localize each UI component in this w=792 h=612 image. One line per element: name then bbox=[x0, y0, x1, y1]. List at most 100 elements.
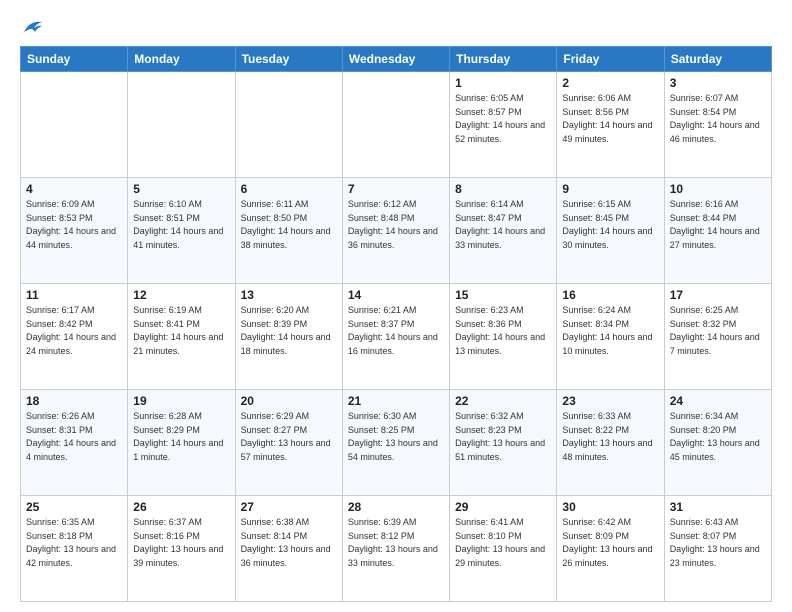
weekday-header-sunday: Sunday bbox=[21, 47, 128, 72]
day-number: 31 bbox=[670, 500, 766, 514]
calendar-cell bbox=[128, 72, 235, 178]
day-info: Sunrise: 6:35 AMSunset: 8:18 PMDaylight:… bbox=[26, 516, 122, 570]
calendar-cell: 5 Sunrise: 6:10 AMSunset: 8:51 PMDaylight… bbox=[128, 178, 235, 284]
day-info: Sunrise: 6:39 AMSunset: 8:12 PMDaylight:… bbox=[348, 516, 444, 570]
logo bbox=[20, 18, 44, 36]
calendar-cell: 21Sunrise: 6:30 AMSunset: 8:25 PMDayligh… bbox=[342, 390, 449, 496]
day-number: 10 bbox=[670, 182, 766, 196]
day-info: Sunrise: 6:14 AMSunset: 8:47 PMDaylight:… bbox=[455, 198, 551, 252]
day-number: 16 bbox=[562, 288, 658, 302]
day-number: 15 bbox=[455, 288, 551, 302]
weekday-header-thursday: Thursday bbox=[450, 47, 557, 72]
weekday-header-saturday: Saturday bbox=[664, 47, 771, 72]
calendar-cell: 22 Sunrise: 6:32 AMSunset: 8:23 PMDayligh… bbox=[450, 390, 557, 496]
day-number: 27 bbox=[241, 500, 337, 514]
day-info: Sunrise: 6:42 AMSunset: 8:09 PMDaylight:… bbox=[562, 516, 658, 570]
day-number: 2 bbox=[562, 76, 658, 90]
calendar-cell: 31 Sunrise: 6:43 AMSunset: 8:07 PMDayligh… bbox=[664, 496, 771, 602]
calendar-cell: 7Sunrise: 6:12 AMSunset: 8:48 PMDaylight… bbox=[342, 178, 449, 284]
calendar-cell: 3 Sunrise: 6:07 AMSunset: 8:54 PMDaylight… bbox=[664, 72, 771, 178]
day-info: Sunrise: 6:10 AMSunset: 8:51 PMDaylight:… bbox=[133, 198, 229, 252]
day-number: 22 bbox=[455, 394, 551, 408]
calendar-cell: 2 Sunrise: 6:06 AMSunset: 8:56 PMDaylight… bbox=[557, 72, 664, 178]
day-number: 17 bbox=[670, 288, 766, 302]
calendar-cell: 28 Sunrise: 6:39 AMSunset: 8:12 PMDayligh… bbox=[342, 496, 449, 602]
calendar-cell: 12 Sunrise: 6:19 AMSunset: 8:41 PMDayligh… bbox=[128, 284, 235, 390]
day-info: Sunrise: 6:26 AMSunset: 8:31 PMDaylight:… bbox=[26, 410, 122, 464]
day-info: Sunrise: 6:20 AMSunset: 8:39 PMDaylight:… bbox=[241, 304, 337, 358]
day-number: 20 bbox=[241, 394, 337, 408]
day-number: 14 bbox=[348, 288, 444, 302]
calendar-cell: 17 Sunrise: 6:25 AMSunset: 8:32 PMDayligh… bbox=[664, 284, 771, 390]
weekday-header-tuesday: Tuesday bbox=[235, 47, 342, 72]
calendar-cell: 4 Sunrise: 6:09 AMSunset: 8:53 PMDaylight… bbox=[21, 178, 128, 284]
calendar-cell: 1 Sunrise: 6:05 AMSunset: 8:57 PMDaylight… bbox=[450, 72, 557, 178]
day-number: 13 bbox=[241, 288, 337, 302]
calendar-cell: 9 Sunrise: 6:15 AMSunset: 8:45 PMDaylight… bbox=[557, 178, 664, 284]
calendar-cell: 13 Sunrise: 6:20 AMSunset: 8:39 PMDayligh… bbox=[235, 284, 342, 390]
calendar-cell: 24 Sunrise: 6:34 AMSunset: 8:20 PMDayligh… bbox=[664, 390, 771, 496]
logo-bird-icon bbox=[22, 18, 44, 36]
day-number: 1 bbox=[455, 76, 551, 90]
day-info: Sunrise: 6:12 AMSunset: 8:48 PMDaylight:… bbox=[348, 198, 444, 252]
week-row-2: 4 Sunrise: 6:09 AMSunset: 8:53 PMDaylight… bbox=[21, 178, 772, 284]
day-info: Sunrise: 6:34 AMSunset: 8:20 PMDaylight:… bbox=[670, 410, 766, 464]
day-info: Sunrise: 6:32 AMSunset: 8:23 PMDaylight:… bbox=[455, 410, 551, 464]
day-info: Sunrise: 6:38 AMSunset: 8:14 PMDaylight:… bbox=[241, 516, 337, 570]
day-number: 12 bbox=[133, 288, 229, 302]
week-row-5: 25Sunrise: 6:35 AMSunset: 8:18 PMDayligh… bbox=[21, 496, 772, 602]
calendar-cell: 6 Sunrise: 6:11 AMSunset: 8:50 PMDaylight… bbox=[235, 178, 342, 284]
day-info: Sunrise: 6:28 AMSunset: 8:29 PMDaylight:… bbox=[133, 410, 229, 464]
day-number: 24 bbox=[670, 394, 766, 408]
page: SundayMondayTuesdayWednesdayThursdayFrid… bbox=[0, 0, 792, 612]
calendar-table: SundayMondayTuesdayWednesdayThursdayFrid… bbox=[20, 46, 772, 602]
weekday-header-monday: Monday bbox=[128, 47, 235, 72]
day-number: 3 bbox=[670, 76, 766, 90]
calendar-cell bbox=[342, 72, 449, 178]
day-number: 4 bbox=[26, 182, 122, 196]
calendar-cell bbox=[235, 72, 342, 178]
day-info: Sunrise: 6:21 AMSunset: 8:37 PMDaylight:… bbox=[348, 304, 444, 358]
calendar-cell: 26Sunrise: 6:37 AMSunset: 8:16 PMDayligh… bbox=[128, 496, 235, 602]
calendar-cell: 10 Sunrise: 6:16 AMSunset: 8:44 PMDayligh… bbox=[664, 178, 771, 284]
weekday-header-wednesday: Wednesday bbox=[342, 47, 449, 72]
day-info: Sunrise: 6:19 AMSunset: 8:41 PMDaylight:… bbox=[133, 304, 229, 358]
week-row-1: 1 Sunrise: 6:05 AMSunset: 8:57 PMDaylight… bbox=[21, 72, 772, 178]
day-number: 5 bbox=[133, 182, 229, 196]
day-info: Sunrise: 6:05 AMSunset: 8:57 PMDaylight:… bbox=[455, 92, 551, 146]
day-info: Sunrise: 6:16 AMSunset: 8:44 PMDaylight:… bbox=[670, 198, 766, 252]
day-info: Sunrise: 6:41 AMSunset: 8:10 PMDaylight:… bbox=[455, 516, 551, 570]
calendar-cell: 30 Sunrise: 6:42 AMSunset: 8:09 PMDayligh… bbox=[557, 496, 664, 602]
day-number: 18 bbox=[26, 394, 122, 408]
day-info: Sunrise: 6:25 AMSunset: 8:32 PMDaylight:… bbox=[670, 304, 766, 358]
day-info: Sunrise: 6:17 AMSunset: 8:42 PMDaylight:… bbox=[26, 304, 122, 358]
day-number: 6 bbox=[241, 182, 337, 196]
calendar-cell: 20 Sunrise: 6:29 AMSunset: 8:27 PMDayligh… bbox=[235, 390, 342, 496]
day-info: Sunrise: 6:43 AMSunset: 8:07 PMDaylight:… bbox=[670, 516, 766, 570]
calendar-cell: 15Sunrise: 6:23 AMSunset: 8:36 PMDayligh… bbox=[450, 284, 557, 390]
day-number: 21 bbox=[348, 394, 444, 408]
day-number: 9 bbox=[562, 182, 658, 196]
weekday-header-friday: Friday bbox=[557, 47, 664, 72]
calendar-cell: 19Sunrise: 6:28 AMSunset: 8:29 PMDayligh… bbox=[128, 390, 235, 496]
day-info: Sunrise: 6:29 AMSunset: 8:27 PMDaylight:… bbox=[241, 410, 337, 464]
weekday-header-row: SundayMondayTuesdayWednesdayThursdayFrid… bbox=[21, 47, 772, 72]
day-number: 26 bbox=[133, 500, 229, 514]
week-row-3: 11 Sunrise: 6:17 AMSunset: 8:42 PMDayligh… bbox=[21, 284, 772, 390]
day-info: Sunrise: 6:33 AMSunset: 8:22 PMDaylight:… bbox=[562, 410, 658, 464]
day-number: 28 bbox=[348, 500, 444, 514]
day-info: Sunrise: 6:06 AMSunset: 8:56 PMDaylight:… bbox=[562, 92, 658, 146]
header bbox=[20, 18, 772, 36]
day-number: 29 bbox=[455, 500, 551, 514]
day-info: Sunrise: 6:15 AMSunset: 8:45 PMDaylight:… bbox=[562, 198, 658, 252]
calendar-cell: 8 Sunrise: 6:14 AMSunset: 8:47 PMDaylight… bbox=[450, 178, 557, 284]
day-number: 8 bbox=[455, 182, 551, 196]
day-info: Sunrise: 6:11 AMSunset: 8:50 PMDaylight:… bbox=[241, 198, 337, 252]
calendar-cell: 25Sunrise: 6:35 AMSunset: 8:18 PMDayligh… bbox=[21, 496, 128, 602]
day-number: 11 bbox=[26, 288, 122, 302]
week-row-4: 18 Sunrise: 6:26 AMSunset: 8:31 PMDayligh… bbox=[21, 390, 772, 496]
day-info: Sunrise: 6:09 AMSunset: 8:53 PMDaylight:… bbox=[26, 198, 122, 252]
day-info: Sunrise: 6:07 AMSunset: 8:54 PMDaylight:… bbox=[670, 92, 766, 146]
calendar-cell: 29 Sunrise: 6:41 AMSunset: 8:10 PMDayligh… bbox=[450, 496, 557, 602]
day-number: 30 bbox=[562, 500, 658, 514]
